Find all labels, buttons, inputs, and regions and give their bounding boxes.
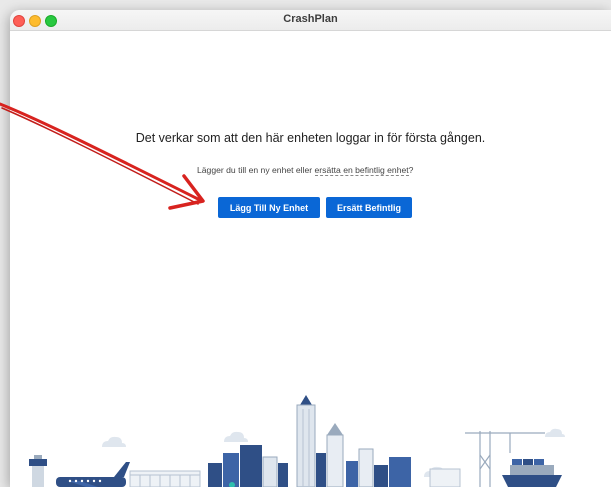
cloud-icon — [545, 428, 565, 437]
cloud-icon — [102, 436, 126, 447]
app-window: CrashPlan Det verkar som att den här enh… — [10, 10, 611, 487]
title-bar: CrashPlan — [10, 10, 611, 31]
cargo-ship-icon — [502, 459, 562, 487]
add-new-device-button[interactable]: Lägg Till Ny Enhet — [218, 197, 320, 218]
control-tower-icon — [29, 455, 47, 487]
cloud-icon — [224, 431, 248, 442]
terminal-building-icon — [129, 470, 201, 487]
welcome-headline: Det verkar som att den här enheten logga… — [135, 131, 486, 145]
window-title: CrashPlan — [283, 13, 338, 25]
city-skyline-illustration — [29, 395, 565, 487]
airplane-icon — [56, 462, 130, 487]
replace-existing-device-link[interactable]: ersätta en befintlig enhet — [314, 165, 409, 176]
device-question-suffix: ? — [408, 165, 414, 175]
device-question: Lägger du till en ny enhet eller ersätta… — [197, 165, 414, 176]
device-question-prefix: Lägger du till en ny enhet eller — [197, 165, 315, 175]
replace-existing-button[interactable]: Ersätt Befintlig — [326, 197, 412, 218]
